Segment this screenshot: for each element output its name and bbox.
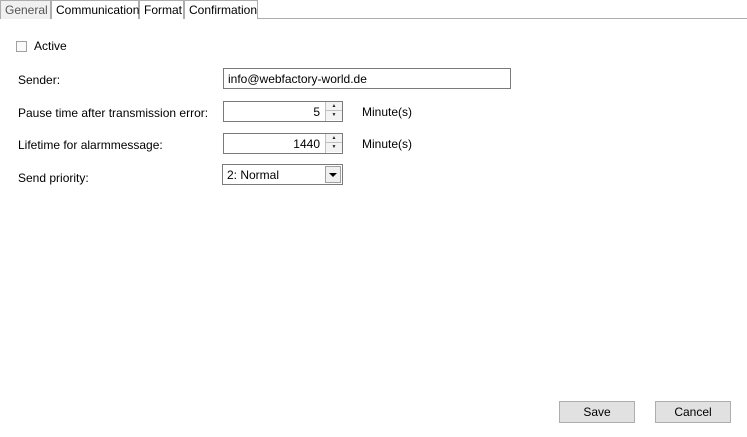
active-checkbox-row[interactable]: Active (16, 39, 67, 53)
tab-general-label: General (5, 3, 48, 17)
send-priority-label: Send priority: (18, 171, 89, 185)
send-priority-select[interactable]: 2: Normal (222, 164, 343, 185)
active-checkbox-label: Active (34, 39, 67, 53)
lifetime-input[interactable] (224, 134, 324, 153)
send-priority-value: 2: Normal (227, 168, 280, 182)
tab-format[interactable]: Format (139, 0, 184, 19)
pause-time-input[interactable] (224, 102, 324, 121)
tab-confirmation[interactable]: Confirmation (184, 0, 258, 19)
dropdown-arrow-icon[interactable] (325, 166, 341, 183)
alarm-settings-window: General Communication Format Confirmatio… (0, 0, 747, 437)
chevron-down-icon: ▼ (331, 144, 337, 150)
pause-time-down-button[interactable]: ▼ (326, 111, 342, 120)
tab-communication[interactable]: Communication (51, 0, 139, 19)
lifetime-stepper[interactable]: ▲ ▼ (223, 133, 343, 154)
cancel-button[interactable]: Cancel (655, 401, 731, 423)
tab-format-label: Format (144, 3, 183, 17)
tab-communication-label: Communication (56, 3, 140, 17)
pause-time-stepper[interactable]: ▲ ▼ (223, 101, 343, 122)
chevron-up-icon: ▲ (331, 102, 337, 109)
tab-strip: General Communication Format Confirmatio… (0, 0, 747, 19)
active-checkbox[interactable] (16, 40, 27, 52)
pause-time-label: Pause time after transmission error: (18, 106, 209, 120)
lifetime-spin-buttons: ▲ ▼ (325, 134, 342, 153)
lifetime-up-button[interactable]: ▲ (326, 134, 342, 143)
chevron-up-icon: ▲ (331, 134, 337, 141)
tab-general[interactable]: General (0, 0, 51, 19)
chevron-down-icon: ▼ (331, 112, 337, 118)
pause-time-unit: Minute(s) (362, 105, 413, 119)
save-button[interactable]: Save (559, 401, 635, 423)
pause-time-spin-buttons: ▲ ▼ (325, 102, 342, 121)
lifetime-down-button[interactable]: ▼ (326, 143, 342, 152)
lifetime-unit: Minute(s) (362, 137, 413, 151)
sender-label: Sender: (18, 73, 61, 87)
tab-confirmation-label: Confirmation (189, 3, 258, 17)
lifetime-label: Lifetime for alarmmessage: (18, 138, 163, 152)
sender-input[interactable] (223, 68, 511, 89)
pause-time-up-button[interactable]: ▲ (326, 102, 342, 111)
